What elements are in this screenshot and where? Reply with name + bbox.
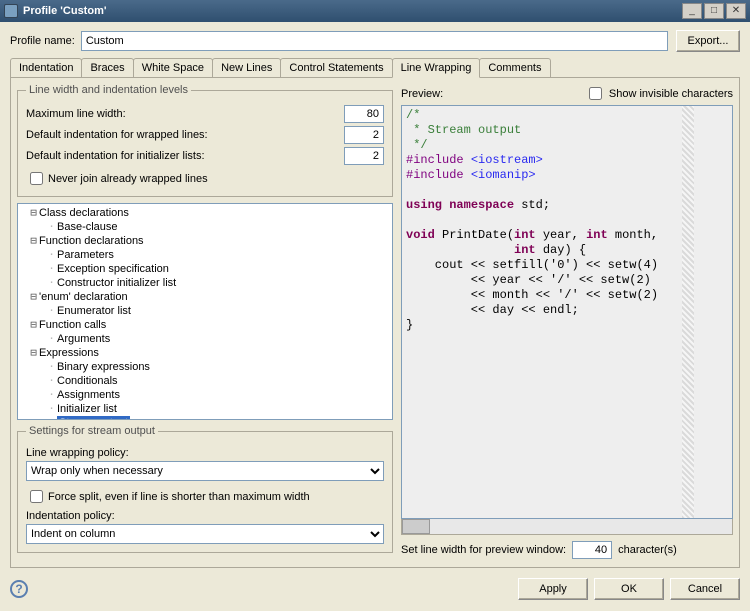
tree-item[interactable]: · Conditionals	[20, 374, 390, 388]
tree-item[interactable]: · Arguments	[20, 332, 390, 346]
tab-panel: Line width and indentation levels Maximu…	[10, 78, 740, 568]
tree-item[interactable]: ⊟ Function declarations	[20, 234, 390, 248]
tree-item[interactable]: ⊟ Expressions	[20, 346, 390, 360]
tree-item[interactable]: · Constructor initializer list	[20, 276, 390, 290]
linewidth-legend: Line width and indentation levels	[26, 84, 191, 96]
ok-button[interactable]: OK	[594, 578, 664, 600]
print-margin-ruler	[682, 106, 694, 518]
titlebar: Profile 'Custom' _ □ ✕	[0, 0, 750, 22]
settings-legend: Settings for stream output	[26, 425, 158, 437]
tree-item[interactable]: · Enumerator list	[20, 304, 390, 318]
preview-width-input[interactable]	[572, 541, 612, 559]
init-indent-input[interactable]	[344, 147, 384, 165]
tab-line-wrapping[interactable]: Line Wrapping	[392, 58, 481, 78]
preview-width-unit: character(s)	[618, 544, 677, 556]
profile-name-input[interactable]	[81, 31, 668, 51]
tree-item[interactable]: · Exception specification	[20, 262, 390, 276]
never-join-checkbox[interactable]	[30, 172, 43, 185]
app-icon	[4, 4, 18, 18]
window-buttons: _ □ ✕	[682, 3, 746, 19]
tree-item[interactable]: · Base-clause	[20, 220, 390, 234]
never-join-label: Never join already wrapped lines	[48, 173, 208, 185]
force-split-label: Force split, even if line is shorter tha…	[48, 491, 310, 503]
profile-name-row: Profile name: Export...	[10, 30, 740, 52]
preview-hscroll[interactable]	[401, 519, 733, 535]
tree-item[interactable]: ⊟ Class declarations	[20, 206, 390, 220]
tab-white-space[interactable]: White Space	[133, 58, 213, 77]
apply-button[interactable]: Apply	[518, 578, 588, 600]
max-width-label: Maximum line width:	[26, 108, 344, 120]
footer: ? Apply OK Cancel	[0, 573, 750, 611]
tabs: IndentationBracesWhite SpaceNew LinesCon…	[10, 58, 740, 78]
wrap-policy-label: Line wrapping policy:	[26, 447, 384, 459]
max-width-input[interactable]	[344, 105, 384, 123]
indent-policy-select[interactable]: Indent on column	[26, 524, 384, 544]
tree-item[interactable]: ⊟ 'enum' declaration	[20, 290, 390, 304]
wrap-indent-label: Default indentation for wrapped lines:	[26, 129, 344, 141]
linewidth-fieldset: Line width and indentation levels Maximu…	[17, 84, 393, 197]
wrap-indent-input[interactable]	[344, 126, 384, 144]
close-button[interactable]: ✕	[726, 3, 746, 19]
tab-control-statements[interactable]: Control Statements	[280, 58, 392, 77]
show-invisible-label: Show invisible characters	[609, 88, 733, 100]
settings-fieldset: Settings for stream output Line wrapping…	[17, 425, 393, 553]
preview-label: Preview:	[401, 88, 443, 100]
tab-new-lines[interactable]: New Lines	[212, 58, 281, 77]
maximize-button[interactable]: □	[704, 3, 724, 19]
indent-policy-label: Indentation policy:	[26, 510, 384, 522]
init-indent-label: Default indentation for initializer list…	[26, 150, 344, 162]
tab-indentation[interactable]: Indentation	[10, 58, 82, 77]
preview-pane: /* * Stream output */ #include <iostream…	[401, 105, 733, 519]
scroll-thumb[interactable]	[402, 519, 430, 534]
tree-item[interactable]: · Parameters	[20, 248, 390, 262]
tree-item[interactable]: · Initializer list	[20, 402, 390, 416]
force-split-checkbox[interactable]	[30, 490, 43, 503]
tab-comments[interactable]: Comments	[479, 58, 550, 77]
tree-item[interactable]: ⊟ Function calls	[20, 318, 390, 332]
profile-name-label: Profile name:	[10, 35, 75, 47]
tree-item[interactable]: · Binary expressions	[20, 360, 390, 374]
tab-braces[interactable]: Braces	[81, 58, 133, 77]
wrap-policy-select[interactable]: Wrap only when necessary	[26, 461, 384, 481]
preview-width-label: Set line width for preview window:	[401, 544, 566, 556]
export-button[interactable]: Export...	[676, 30, 740, 52]
tree-item[interactable]: · Assignments	[20, 388, 390, 402]
help-icon[interactable]: ?	[10, 580, 28, 598]
show-invisible-checkbox[interactable]	[589, 87, 602, 100]
minimize-button[interactable]: _	[682, 3, 702, 19]
category-tree[interactable]: ⊟ Class declarations· Base-clause⊟ Funct…	[17, 203, 393, 420]
cancel-button[interactable]: Cancel	[670, 578, 740, 600]
window-title: Profile 'Custom'	[23, 5, 682, 17]
